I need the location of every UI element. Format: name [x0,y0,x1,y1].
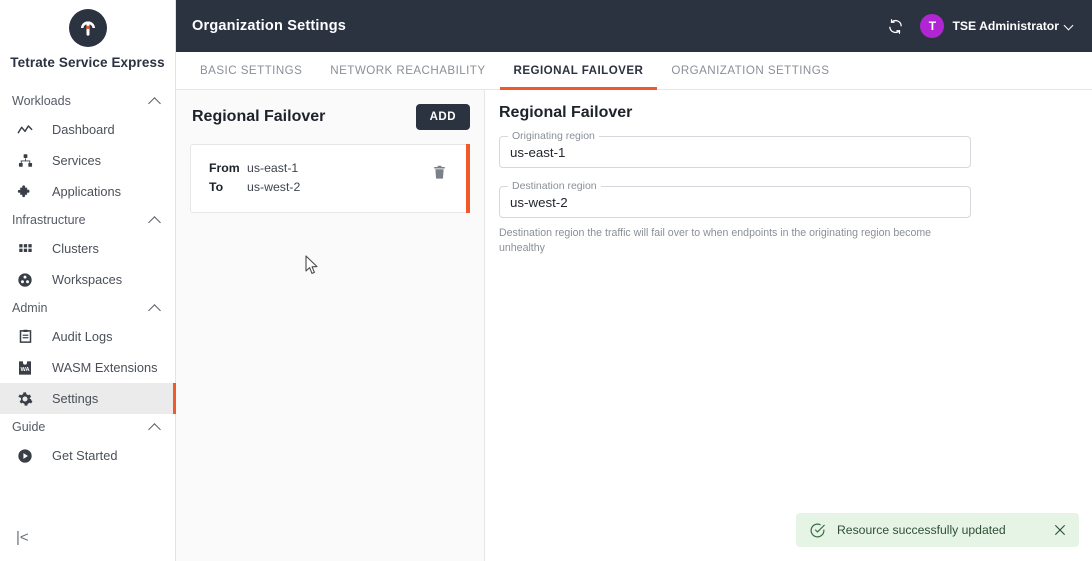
sync-refresh-icon[interactable] [887,18,904,35]
activity-chart-icon [16,121,34,139]
sidebar-item-label: Get Started [52,448,118,463]
sidebar-item-wasm-extensions[interactable]: WA WASM Extensions [0,352,175,383]
tab-basic-settings[interactable]: BASIC SETTINGS [186,52,316,89]
destination-region-input[interactable] [510,194,960,210]
sidebar-group-label: Admin [12,301,48,315]
tab-organization-settings[interactable]: ORGANIZATION SETTINGS [657,52,843,89]
brand: Tetrate Service Express [0,0,175,70]
sidebar-item-label: Applications [52,184,122,199]
tetrate-logo-icon [68,9,107,47]
from-label: From [209,161,240,175]
main-area: Organization Settings T TSE Administrato… [176,0,1092,561]
originating-region-field: Originating region [499,130,971,168]
originating-region-label: Originating region [508,130,599,142]
destination-region-label: Destination region [508,180,601,192]
tab-bar: BASIC SETTINGS NETWORK REACHABILITY REGI… [176,52,1092,90]
chevron-up-icon [149,95,161,107]
failover-detail-panel: Regional Failover Originating region Des… [485,90,1092,561]
topbar: Organization Settings T TSE Administrato… [176,0,1092,52]
detail-title: Regional Failover [499,104,633,121]
add-button[interactable]: ADD [415,104,470,130]
sidebar-item-clusters[interactable]: Clusters [0,233,175,264]
sidebar-group-workloads: Workloads Dashboard Services Application… [0,88,175,207]
sidebar-item-label: Clusters [52,241,99,256]
sidebar-item-audit-logs[interactable]: Audit Logs [0,321,175,352]
avatar: T [920,14,945,38]
toast-message: Resource successfully updated [837,523,1006,537]
failover-list-panel: Regional Failover ADD From us-east-1 To … [176,90,485,561]
sidebar-group-header-infrastructure[interactable]: Infrastructure [0,207,175,233]
app-root: Tetrate Service Express Workloads Dashbo… [0,0,1092,561]
sidebar-item-label: Workspaces [52,272,123,287]
sidebar: Tetrate Service Express Workloads Dashbo… [0,0,176,561]
sidebar-item-label: Services [52,153,102,168]
svg-text:WA: WA [20,367,29,373]
wasm-icon: WA [16,359,34,377]
hierarchy-icon [16,152,34,170]
check-circle-icon [809,522,826,539]
sidebar-group-label: Workloads [12,94,71,108]
clipboard-icon [16,328,34,346]
sidebar-item-label: Audit Logs [52,329,113,344]
user-name: TSE Administrator [952,19,1059,33]
list-item[interactable]: From us-east-1 To us-west-2 [190,144,470,213]
sidebar-item-label: Dashboard [52,122,115,137]
tab-network-reachability[interactable]: NETWORK REACHABILITY [316,52,499,89]
user-menu[interactable]: T TSE Administrator [920,14,1074,38]
destination-region-field: Destination region [499,180,971,218]
content-body: Regional Failover ADD From us-east-1 To … [176,90,1092,561]
sidebar-group-guide: Guide Get Started [0,414,175,471]
helper-text: Destination region the traffic will fail… [499,227,932,254]
list-title: Regional Failover [192,108,326,125]
chevron-up-icon [149,421,161,433]
sidebar-group-admin: Admin Audit Logs WA WASM Extensions Sett… [0,295,176,414]
to-label: To [209,180,224,194]
sidebar-group-infrastructure: Infrastructure Clusters Workspaces [0,207,175,295]
puzzle-piece-icon [16,183,34,201]
sidebar-nav: Workloads Dashboard Services Application… [0,88,176,471]
sidebar-item-applications[interactable]: Applications [0,176,175,207]
topbar-right: T TSE Administrator [887,14,1074,38]
sidebar-item-services[interactable]: Services [0,145,175,176]
sidebar-item-workspaces[interactable]: Workspaces [0,264,175,295]
trash-icon[interactable] [432,164,447,180]
gear-icon [16,390,34,408]
page-title: Organization Settings [192,18,347,34]
close-icon[interactable] [1053,523,1067,537]
tab-regional-failover[interactable]: REGIONAL FAILOVER [499,52,658,90]
grid-icon [16,240,34,258]
sidebar-item-dashboard[interactable]: Dashboard [0,114,175,145]
sidebar-item-label: WASM Extensions [52,360,158,375]
failover-pair: From us-east-1 To us-west-2 [209,161,300,194]
sidebar-group-header-admin[interactable]: Admin [0,295,175,321]
play-circle-icon [16,447,34,465]
list-header: Regional Failover ADD [190,104,470,130]
chevron-down-icon [1065,22,1074,31]
collapse-icon: |< [16,529,29,546]
brand-name: Tetrate Service Express [10,55,165,70]
sidebar-collapse-button[interactable]: |< [16,529,29,546]
toast-notification: Resource successfully updated [796,513,1079,547]
sidebar-group-header-guide[interactable]: Guide [0,414,175,440]
chevron-up-icon [149,302,161,314]
sidebar-item-get-started[interactable]: Get Started [0,440,175,471]
sidebar-group-label: Guide [12,420,46,434]
sidebar-item-label: Settings [52,391,99,406]
originating-region-input[interactable] [510,144,960,160]
chevron-up-icon [149,214,161,226]
sidebar-group-label: Infrastructure [12,213,86,227]
to-value: us-west-2 [247,180,301,194]
circles-icon [16,271,34,289]
sidebar-item-settings[interactable]: Settings [0,383,176,414]
from-value: us-east-1 [247,161,299,175]
sidebar-group-header-workloads[interactable]: Workloads [0,88,175,114]
